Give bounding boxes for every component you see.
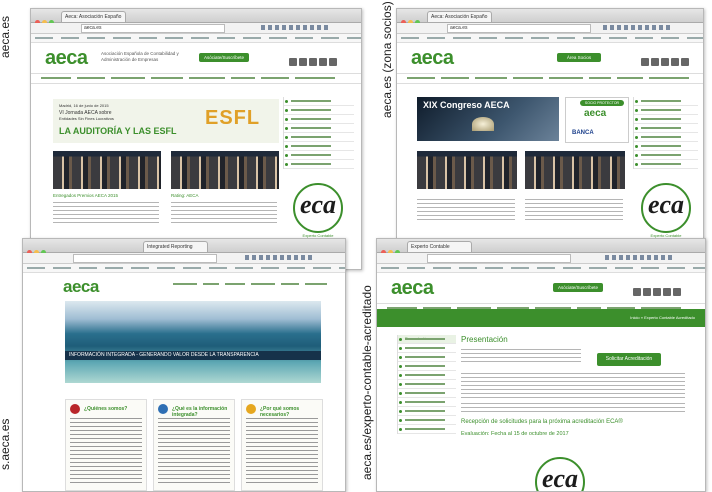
feature-quienes-somos[interactable]: ¿Quiénes somos? [65, 399, 147, 491]
browser-tabbar: Aeca: Asociación Españo [31, 9, 361, 25]
address-bar[interactable] [427, 254, 571, 263]
social-icons[interactable] [641, 53, 691, 71]
browser-tab[interactable]: Experto Contable Acreditado [407, 241, 472, 252]
ad-logo: aeca [584, 108, 607, 119]
globe-icon [158, 404, 168, 414]
toolbar-icons[interactable] [261, 25, 331, 30]
news-text-left [417, 199, 515, 223]
news-title-right[interactable]: Rating: AECA [171, 193, 199, 198]
news-photo-awards[interactable] [417, 151, 517, 189]
banner-line-2: Entidades Sin Fines Lucrativos [59, 116, 114, 121]
browser-tabbar: Experto Contable Acreditado [377, 239, 705, 255]
news-text-left [53, 202, 159, 224]
browser-tab[interactable]: Aeca: Asociación Españo [427, 11, 492, 22]
congress-banner[interactable]: XIX Congreso AECA [417, 97, 559, 141]
toolbar-icons[interactable] [245, 255, 315, 260]
address-bar[interactable] [73, 254, 217, 263]
caption-experto-contable: aeca.es/experto-contable-acreditado [360, 285, 374, 480]
top-menu[interactable] [173, 283, 333, 287]
screenshot-zona-socios: Aeca: Asociación Españo aeca.es aeca Áre… [396, 8, 704, 270]
browser-tab[interactable]: Integrated Reporting [143, 241, 208, 252]
browser-toolbar: aeca.es [31, 23, 361, 34]
join-button[interactable]: Asóciate/Suscríbete [199, 53, 249, 62]
bookmarks-bar[interactable] [377, 264, 705, 273]
screenshot-integrated-reporting: Integrated Reporting aeca INFORMACIÓN IN… [22, 238, 346, 492]
feature-title: ¿Quiénes somos? [84, 406, 128, 412]
esfl-logo: ESFL [205, 107, 261, 129]
bookmarks-bar[interactable] [397, 34, 703, 43]
eca-badge[interactable]: eca [641, 183, 691, 233]
site-header: aeca Asóciate/Suscríbete [377, 273, 705, 303]
news-text-right [525, 199, 623, 223]
news-photo-meeting[interactable] [171, 151, 279, 189]
sidebar-links[interactable] [283, 97, 354, 169]
news-text-right [171, 202, 277, 224]
eca-badge[interactable]: eca [535, 457, 585, 491]
eca-badge[interactable]: eca [293, 183, 343, 233]
site-header: aeca [23, 273, 345, 299]
site-tagline: Asociación Española de Contabilidad y Ad… [101, 51, 179, 62]
body-text [461, 373, 685, 399]
announcement-title[interactable]: Recepción de solicitudes para la próxima… [461, 419, 623, 425]
bookmarks-bar[interactable] [23, 264, 345, 273]
area-socios-button[interactable]: Área Socios [557, 53, 601, 62]
address-bar[interactable]: aeca.es [81, 24, 225, 33]
seal-icon [70, 404, 80, 414]
site-header: aeca Asociación Española de Contabilidad… [31, 43, 361, 73]
body-text-2 [461, 403, 685, 413]
aeca-logo[interactable]: aeca [45, 47, 88, 70]
solicitar-acreditacion-button[interactable]: Solicitar Acreditación [597, 353, 661, 366]
toolbar-icons[interactable] [603, 25, 673, 30]
browser-tab[interactable]: Aeca: Asociación Españo [61, 11, 126, 22]
ad-bank: BANCA [572, 130, 594, 136]
main-nav[interactable] [31, 73, 361, 84]
page-title: Presentación [461, 335, 508, 344]
news-photo-meeting[interactable] [525, 151, 625, 189]
page-banner: Inicio » Experto Contable Acreditado [377, 309, 705, 327]
social-icons[interactable] [289, 53, 339, 71]
news-photo-awards[interactable] [53, 151, 161, 189]
site-header: aeca Área Socios [397, 43, 703, 73]
hero-caption: INFORMACIÓN INTEGRADA - GENERANDO VALOR … [65, 351, 321, 360]
bookmarks-bar[interactable] [31, 34, 361, 43]
evaluation-date: Evaluación: Fecha al 15 de octubre de 20… [461, 431, 569, 437]
browser-tabbar: Aeca: Asociación Españo [397, 9, 703, 25]
congress-emblem [472, 117, 494, 131]
feature-por-que[interactable]: ¿Por qué somos necesarios? [241, 399, 323, 491]
caption-zona-socios: aeca.es (zona socios) [380, 1, 394, 118]
aeca-logo[interactable]: aeca [63, 277, 99, 297]
social-icons[interactable] [633, 283, 683, 301]
intro-text [461, 349, 581, 365]
news-title-left[interactable]: Entregados Premios AECA 2015 [53, 193, 118, 198]
aeca-logo[interactable]: aeca [391, 277, 434, 300]
browser-toolbar [377, 253, 705, 264]
section-sidebar[interactable]: Presentación [397, 335, 456, 434]
hero-image: INFORMACIÓN INTEGRADA - GENERANDO VALOR … [65, 301, 321, 383]
feature-title: ¿Por qué somos necesarios? [260, 406, 300, 418]
screenshot-experto-contable: Experto Contable Acreditado aeca Asóciat… [376, 238, 706, 492]
feature-title: ¿Qué es la información integrada? [172, 406, 228, 418]
bank-ad[interactable]: SOCIO PROTECTOR aeca BANCA [565, 97, 629, 143]
address-bar[interactable]: aeca.es [447, 24, 591, 33]
join-button[interactable]: Asóciate/Suscríbete [553, 283, 603, 292]
feature-informacion-integrada[interactable]: ¿Qué es la información integrada? [153, 399, 235, 491]
aeca-logo[interactable]: aeca [411, 47, 454, 70]
banner-date: Madrid, 16 de junio de 2015 [59, 103, 109, 108]
caption-aeca-es: aeca.es [0, 15, 12, 58]
caption-s-aeca-es: s.aeca.es [0, 418, 12, 470]
breadcrumb[interactable]: Inicio » Experto Contable Acreditado [630, 315, 695, 320]
toolbar-icons[interactable] [605, 255, 675, 260]
sidebar-links[interactable] [633, 97, 698, 169]
browser-toolbar: aeca.es [397, 23, 703, 34]
browser-tabbar: Integrated Reporting [23, 239, 345, 255]
star-icon [246, 404, 256, 414]
screenshot-aeca-home: Aeca: Asociación Españo aeca.es aeca Aso… [30, 8, 362, 270]
congress-title: XIX Congreso AECA [423, 100, 510, 110]
sidebar-active-item: Presentación [398, 335, 456, 344]
banner-headline: LA AUDITORÍA Y LAS ESFL [59, 126, 177, 136]
ad-badge: SOCIO PROTECTOR [580, 100, 624, 106]
browser-toolbar [23, 253, 345, 264]
main-nav[interactable] [397, 73, 703, 84]
esfl-banner[interactable]: Madrid, 16 de junio de 2015 VI Jornada A… [53, 99, 279, 143]
